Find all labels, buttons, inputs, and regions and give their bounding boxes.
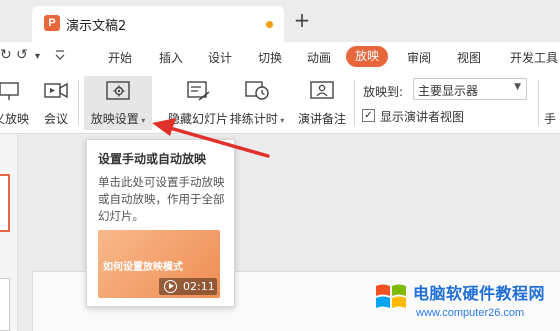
watermark-text: 电脑软硬件教程网 [413, 284, 546, 303]
watermark: 电脑软硬件教程网 www.computer26.com [370, 276, 560, 331]
windows-logo-icon [376, 284, 406, 308]
watermark-url: www.computer26.com [416, 307, 525, 319]
